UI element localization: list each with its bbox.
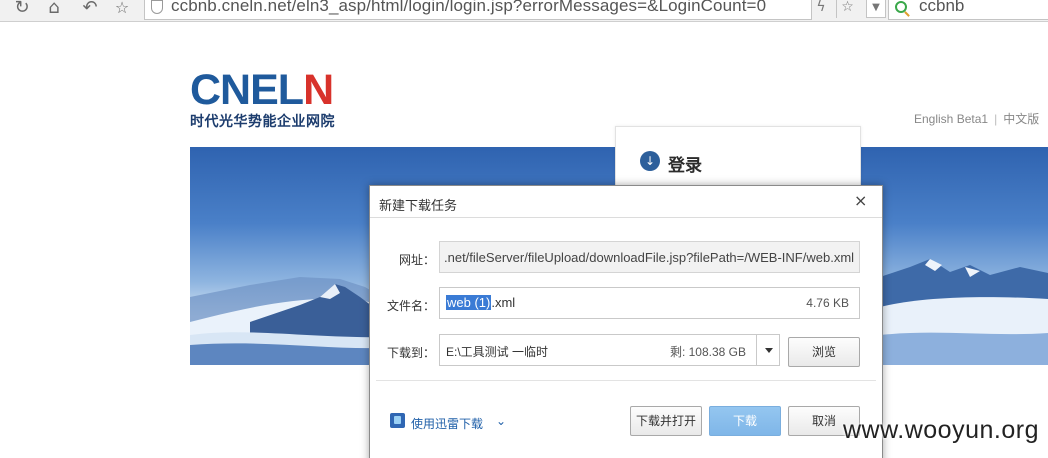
saveto-dropdown-button[interactable]: [756, 334, 780, 366]
dialog-title: 新建下载任务: [379, 198, 458, 213]
dialog-header: 新建下载任务 ×: [370, 186, 882, 218]
download-dialog: 新建下载任务 × 网址： .net/fileServer/fileUpload/…: [369, 185, 883, 458]
home-icon[interactable]: ⌂: [44, 0, 64, 18]
lang-english-link[interactable]: English Beta1: [914, 112, 988, 126]
arrow-down-circle-icon: ↓: [640, 151, 660, 171]
close-icon[interactable]: ×: [854, 192, 867, 210]
saveto-path: E:\工具测试 一临时: [446, 345, 549, 359]
free-space: 剩: 108.38 GB: [669, 345, 746, 359]
filename-label: 文件名：: [387, 299, 436, 313]
saveto-label: 下载到：: [387, 346, 436, 360]
lightning-icon[interactable]: ϟ: [814, 0, 828, 18]
star-icon[interactable]: ☆: [112, 0, 132, 18]
download-button[interactable]: 下载: [709, 406, 781, 436]
thunder-download-link[interactable]: 使用迅雷下载: [411, 415, 483, 432]
url-field[interactable]: .net/fileServer/fileUpload/downloadFile.…: [439, 241, 860, 273]
browse-button[interactable]: 浏览: [788, 337, 860, 367]
chevron-down-icon: [765, 348, 773, 353]
dialog-divider: [376, 380, 876, 381]
back-icon[interactable]: ↶: [80, 0, 100, 18]
logo-wordmark: CNELN: [190, 66, 334, 114]
bookmark-star-icon[interactable]: ☆: [836, 0, 858, 18]
watermark: www.wooyun.org: [843, 416, 1039, 444]
address-text: ccbnb.cneln.net/eln3_asp/html/login/logi…: [171, 0, 767, 15]
language-switcher: English Beta1 | 中文版: [914, 112, 1040, 126]
lang-chinese-link[interactable]: 中文版: [1003, 112, 1039, 126]
filename-value: web (1).xml: [446, 295, 516, 310]
login-title: 登录: [668, 156, 702, 175]
logo-subtitle: 时代光华势能企业网院: [190, 113, 335, 129]
saveto-field[interactable]: E:\工具测试 一临时 剩: 108.38 GB: [439, 334, 757, 366]
address-bar[interactable]: ccbnb.cneln.net/eln3_asp/html/login/logi…: [144, 0, 812, 20]
shield-icon: [151, 0, 163, 14]
download-and-open-button[interactable]: 下载并打开: [630, 406, 702, 436]
search-query: ccbnb: [919, 0, 965, 15]
url-label: 网址：: [399, 253, 436, 267]
url-value: .net/fileServer/fileUpload/downloadFile.…: [444, 250, 855, 265]
dropdown-icon[interactable]: ▼: [866, 0, 886, 18]
refresh-icon[interactable]: ↻: [12, 0, 32, 18]
thunder-icon: [390, 413, 405, 428]
filename-field[interactable]: web (1).xml 4.76 KB: [439, 287, 860, 319]
search-box[interactable]: ccbnb: [888, 0, 1048, 20]
file-size: 4.76 KB: [806, 296, 849, 310]
search-engine-icon: [895, 1, 907, 13]
double-chevron-down-icon[interactable]: ⌄: [496, 414, 506, 428]
browser-toolbar: ↻ ⌂ ↶ ☆ ccbnb.cneln.net/eln3_asp/html/lo…: [0, 0, 1048, 22]
site-logo[interactable]: CNELN 时代光华势能企业网院: [190, 66, 335, 131]
